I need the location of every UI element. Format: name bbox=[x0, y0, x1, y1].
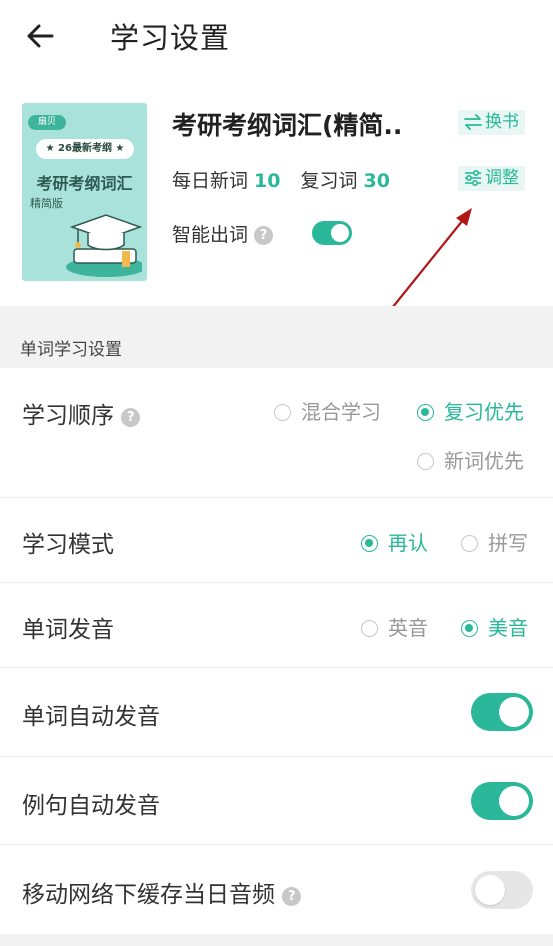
radio-spell[interactable]: 拼写 bbox=[461, 527, 528, 556]
graduation-cap-icon bbox=[66, 214, 142, 277]
row-study-mode: 学习模式 再认 拼写 bbox=[0, 497, 553, 583]
radio-spell-label: 拼写 bbox=[488, 531, 528, 555]
page-title: 学习设置 bbox=[110, 21, 231, 55]
arrow-left-icon bbox=[27, 24, 54, 48]
auto-sentence-label: 例句自动发音 bbox=[22, 793, 160, 819]
daily-new-value: 10 bbox=[254, 170, 281, 192]
change-book-button[interactable]: 换书 bbox=[458, 110, 525, 135]
adjust-label: 调整 bbox=[485, 168, 519, 188]
auto-sentence-toggle[interactable] bbox=[471, 782, 533, 820]
sliders-icon bbox=[465, 169, 481, 187]
toggle-knob bbox=[475, 875, 505, 905]
smart-words: 智能出词 ? bbox=[172, 220, 274, 247]
radio-new-first-label: 新词优先 bbox=[444, 449, 524, 473]
radio-mixed-label: 混合学习 bbox=[301, 400, 381, 424]
adjust-button[interactable]: 调整 bbox=[458, 166, 525, 191]
radio-mixed[interactable]: 混合学习 bbox=[274, 396, 381, 425]
cover-title: 考研考纲词汇 bbox=[36, 174, 133, 193]
smart-words-label: 智能出词 bbox=[172, 224, 249, 246]
radio-circle bbox=[461, 535, 478, 552]
radio-circle bbox=[361, 620, 378, 637]
back-button[interactable] bbox=[22, 18, 58, 54]
book-title: 考研考纲词汇(精简.. bbox=[172, 111, 403, 140]
daily-new-label: 每日新词 bbox=[172, 170, 249, 192]
cover-badge: ★ 26最新考纲 ★ bbox=[36, 139, 134, 159]
help-icon[interactable]: ? bbox=[121, 408, 141, 427]
radio-circle bbox=[417, 404, 434, 421]
bottom-divider bbox=[0, 934, 553, 946]
toggle-knob bbox=[331, 224, 349, 242]
smart-words-toggle[interactable] bbox=[312, 221, 352, 245]
cover-badge-text: 26最新考纲 bbox=[58, 143, 112, 154]
radio-circle bbox=[361, 535, 378, 552]
radio-recognize-label: 再认 bbox=[388, 531, 428, 555]
radio-british-label: 英音 bbox=[388, 616, 428, 640]
auto-word-label: 单词自动发音 bbox=[22, 704, 160, 730]
toggle-knob bbox=[499, 697, 529, 727]
auto-word-toggle[interactable] bbox=[471, 693, 533, 731]
radio-american[interactable]: 美音 bbox=[461, 612, 528, 641]
row-cache-audio: 移动网络下缓存当日音频 ? bbox=[0, 844, 553, 934]
help-icon[interactable]: ? bbox=[254, 226, 274, 245]
book-cover[interactable]: 扇贝 ★ 26最新考纲 ★ 考研考纲词汇 精简版 bbox=[22, 103, 147, 281]
cache-audio-label: 移动网络下缓存当日音频 ? bbox=[22, 875, 302, 909]
study-order-label: 学习顺序 ? bbox=[22, 396, 141, 430]
row-auto-sentence: 例句自动发音 bbox=[0, 756, 553, 845]
swap-icon bbox=[464, 114, 482, 130]
row-auto-word: 单词自动发音 bbox=[0, 667, 553, 757]
radio-new-first[interactable]: 新词优先 bbox=[417, 445, 524, 474]
daily-stats: 每日新词 10 复习词 30 bbox=[172, 166, 410, 193]
cache-audio-toggle[interactable] bbox=[471, 871, 533, 909]
help-icon[interactable]: ? bbox=[282, 887, 302, 906]
pronunciation-label: 单词发音 bbox=[22, 617, 114, 643]
change-book-label: 换书 bbox=[485, 112, 519, 132]
radio-review-first-label: 复习优先 bbox=[444, 400, 524, 424]
cache-audio-label-text: 移动网络下缓存当日音频 bbox=[22, 882, 275, 908]
radio-circle bbox=[461, 620, 478, 637]
study-order-label-text: 学习顺序 bbox=[22, 403, 114, 429]
row-pronunciation: 单词发音 英音 美音 bbox=[0, 582, 553, 668]
radio-circle bbox=[274, 404, 291, 421]
top-bar: 学习设置 bbox=[0, 0, 553, 74]
radio-circle bbox=[417, 453, 434, 470]
review-label: 复习词 bbox=[300, 170, 358, 192]
radio-british[interactable]: 英音 bbox=[361, 612, 428, 641]
section-title: 单词学习设置 bbox=[20, 340, 122, 360]
radio-review-first[interactable]: 复习优先 bbox=[417, 396, 524, 425]
radio-recognize[interactable]: 再认 bbox=[361, 527, 428, 556]
cover-subtitle: 精简版 bbox=[30, 197, 63, 210]
review-value: 30 bbox=[363, 170, 390, 192]
row-study-order: 学习顺序 ? 混合学习 复习优先 新词优先 bbox=[0, 368, 553, 498]
radio-american-label: 美音 bbox=[488, 616, 528, 640]
toggle-knob bbox=[499, 786, 529, 816]
section-header: 单词学习设置 bbox=[0, 306, 553, 368]
study-mode-label: 学习模式 bbox=[22, 532, 114, 558]
cover-logo: 扇贝 bbox=[28, 115, 66, 130]
